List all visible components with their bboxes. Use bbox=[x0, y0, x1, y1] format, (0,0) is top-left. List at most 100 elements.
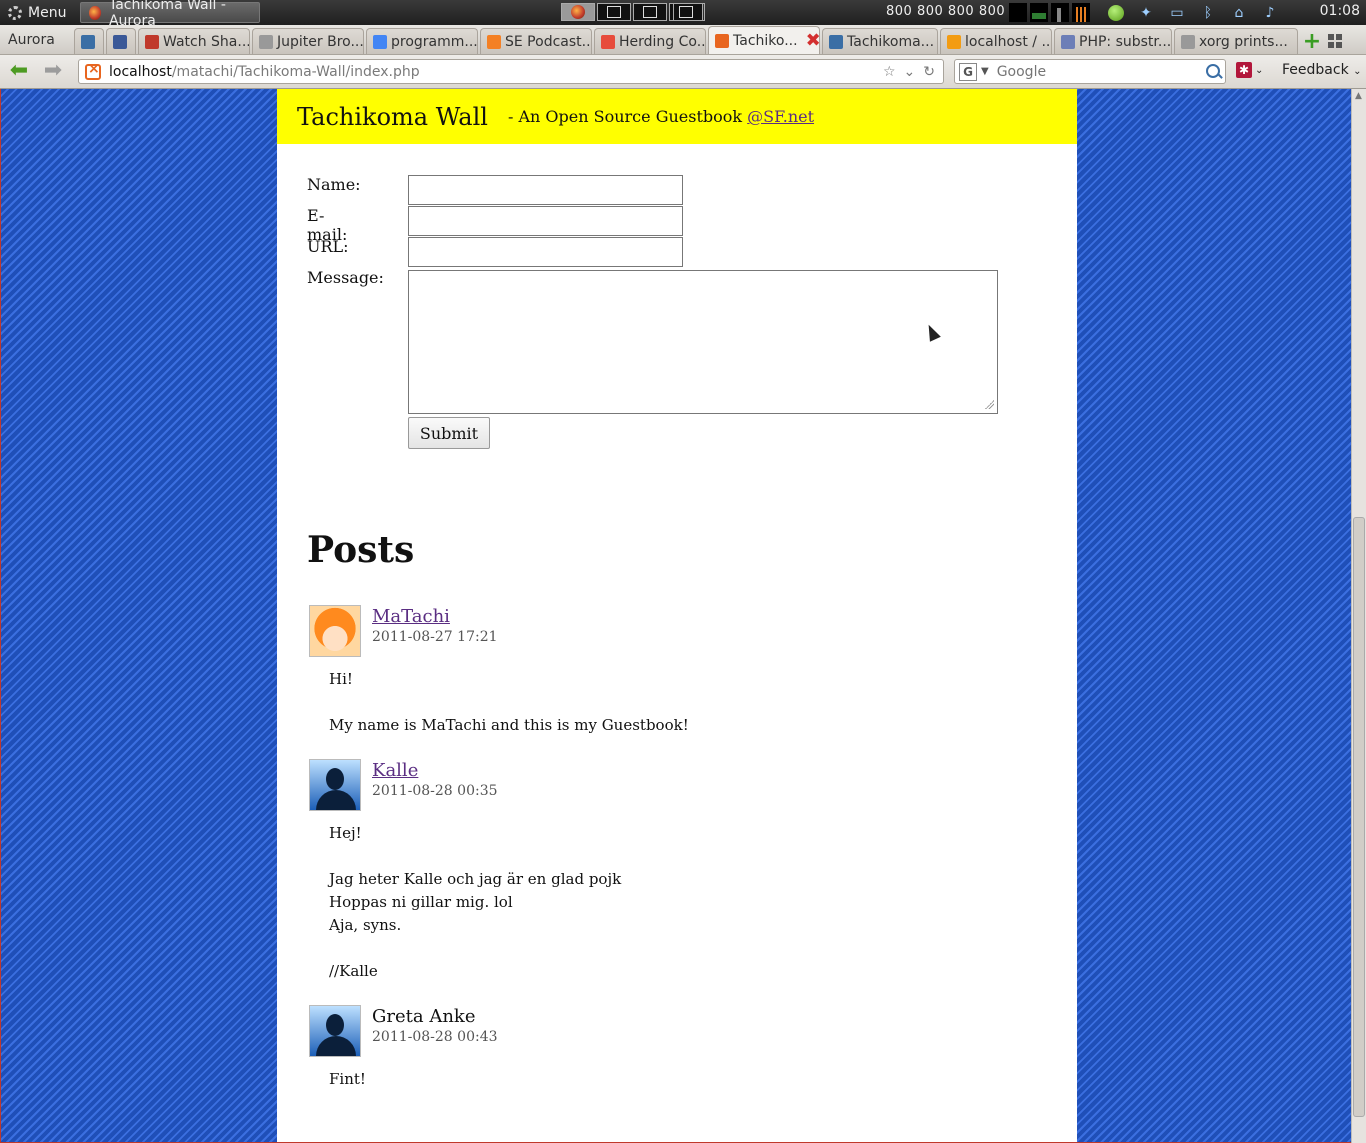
system-monitor bbox=[1009, 3, 1090, 22]
avatar bbox=[309, 605, 361, 657]
browser-tab[interactable]: xorg prints... bbox=[1174, 28, 1298, 54]
workspace-1[interactable] bbox=[561, 3, 595, 21]
site-tagline: - An Open Source Guestbook @SF.net bbox=[508, 107, 814, 126]
rss-icon bbox=[81, 34, 95, 49]
search-input[interactable] bbox=[996, 63, 1203, 80]
navigation-toolbar: ⬅ ➡ localhost/matachi/Tachikoma-Wall/ind… bbox=[0, 55, 1366, 89]
chevron-down-icon[interactable]: ▼ bbox=[981, 66, 989, 77]
browser-tab[interactable]: Jupiter Bro... bbox=[252, 28, 364, 54]
tab-label: Herding Co... bbox=[619, 33, 706, 50]
tab-strip: Aurora Watch Sha... Jupiter Bro... program… bbox=[0, 25, 1366, 55]
display-icon[interactable]: ▭ bbox=[1168, 5, 1186, 21]
back-button[interactable]: ⬅ bbox=[6, 60, 32, 82]
chevron-down-icon: ⌄ bbox=[1255, 64, 1264, 76]
bluetooth-icon[interactable]: ᛒ bbox=[1199, 5, 1217, 21]
browser-tab[interactable] bbox=[106, 28, 136, 54]
window-icon bbox=[607, 6, 621, 18]
resize-grip-icon[interactable] bbox=[984, 399, 994, 409]
show-desktop-button[interactable] bbox=[673, 3, 705, 21]
gear-icon bbox=[8, 5, 22, 20]
google-search-engine-icon[interactable]: G bbox=[959, 62, 977, 81]
stack-icon bbox=[487, 34, 501, 49]
addon-button[interactable]: ✱ ⌄ bbox=[1236, 62, 1263, 78]
browser-tab[interactable]: SE Podcast... bbox=[480, 28, 592, 54]
feedback-label: Feedback bbox=[1282, 62, 1349, 78]
status-online-icon[interactable] bbox=[1108, 4, 1124, 21]
sourceforge-icon bbox=[829, 34, 843, 49]
site-title: Tachikoma Wall bbox=[297, 102, 488, 131]
browser-tab[interactable]: Herding Co... bbox=[594, 28, 706, 54]
menu-button[interactable]: Menu bbox=[0, 0, 76, 25]
grid-icon bbox=[1328, 34, 1342, 48]
taskbar-window-button[interactable]: Tachikoma Wall - Aurora bbox=[80, 0, 261, 29]
post-body: Fint! bbox=[329, 1070, 366, 1088]
bookmark-star-icon[interactable]: ☆ bbox=[883, 64, 896, 80]
feedback-button[interactable]: Feedback ⌄ bbox=[1282, 62, 1362, 78]
tab-label: localhost / ... bbox=[965, 33, 1052, 50]
tab-label: programm... bbox=[391, 33, 478, 50]
workspace-3[interactable] bbox=[633, 3, 667, 21]
scroll-up-icon[interactable]: ▲ bbox=[1355, 91, 1362, 101]
tab-label: Tachiko... bbox=[733, 32, 798, 49]
post-date: 2011-08-28 00:35 bbox=[372, 783, 498, 799]
browser-logo-icon bbox=[571, 5, 585, 19]
memory-graph-icon bbox=[1030, 3, 1048, 22]
browser-tab[interactable]: Tachiko... ✖ bbox=[708, 26, 820, 54]
message-field[interactable] bbox=[408, 270, 998, 414]
tagline-text: - An Open Source Guestbook bbox=[507, 107, 748, 126]
terminal-icon bbox=[643, 6, 657, 18]
forward-button[interactable]: ➡ bbox=[40, 60, 66, 82]
post-date: 2011-08-28 00:43 bbox=[372, 1029, 498, 1045]
history-dropdown-icon[interactable]: ⌄ bbox=[904, 64, 916, 80]
browser-tab[interactable]: PHP: substr... bbox=[1054, 28, 1172, 54]
tab-label: Jupiter Bro... bbox=[277, 33, 364, 50]
post-author-link[interactable]: Kalle bbox=[372, 760, 418, 781]
browser-logo-icon bbox=[89, 5, 101, 20]
url-path: /matachi/Tachikoma-Wall/index.php bbox=[171, 63, 420, 80]
clock[interactable]: 01:08 bbox=[1320, 3, 1360, 19]
post-author-link[interactable]: MaTachi bbox=[372, 606, 450, 627]
page-scrollbar[interactable]: ▲ bbox=[1351, 89, 1366, 1143]
sourceforge-link[interactable]: @SF.net bbox=[747, 107, 814, 126]
new-tab-button[interactable]: + bbox=[1300, 28, 1324, 54]
volume-icon[interactable]: ♪ bbox=[1261, 5, 1279, 21]
browser-tab[interactable]: localhost / ... bbox=[940, 28, 1052, 54]
search-icon[interactable] bbox=[1203, 62, 1223, 82]
posts-heading: Posts bbox=[307, 529, 415, 571]
browser-tab[interactable]: programm... bbox=[366, 28, 478, 54]
name-label: Name: bbox=[307, 175, 361, 194]
browser-tab[interactable] bbox=[74, 28, 104, 54]
url-field[interactable] bbox=[408, 237, 683, 267]
list-all-tabs-button[interactable] bbox=[1324, 28, 1346, 54]
workspace-2[interactable] bbox=[597, 3, 631, 21]
browser-tab[interactable]: Tachikoma... bbox=[822, 28, 938, 54]
site-icon bbox=[85, 61, 101, 80]
url-host: localhost bbox=[109, 63, 172, 80]
facebook-icon bbox=[113, 34, 127, 49]
post-date: 2011-08-27 17:21 bbox=[372, 629, 498, 645]
page-icon bbox=[1181, 34, 1195, 49]
scrollbar-thumb[interactable] bbox=[1353, 517, 1365, 1117]
app-name: Aurora bbox=[8, 32, 55, 48]
tab-label: SE Podcast... bbox=[505, 33, 592, 50]
avatar bbox=[309, 1005, 361, 1057]
flame-icon bbox=[601, 34, 615, 49]
submit-button[interactable]: Submit bbox=[408, 417, 490, 449]
url-bar[interactable]: localhost/matachi/Tachikoma-Wall/index.p… bbox=[78, 59, 944, 84]
name-field[interactable] bbox=[408, 175, 683, 205]
search-bar[interactable]: G ▼ bbox=[954, 59, 1226, 84]
arrow-left-icon: ⬅ bbox=[9, 58, 29, 83]
email-field[interactable] bbox=[408, 206, 683, 236]
chevron-down-icon: ⌄ bbox=[1353, 66, 1362, 77]
close-tab-icon[interactable]: ✖ bbox=[806, 31, 819, 49]
cpu-frequency-readout: 800 800 800 800 bbox=[886, 4, 1006, 19]
tab-label: Watch Sha... bbox=[163, 33, 250, 50]
network-graph-icon bbox=[1051, 3, 1069, 22]
system-panel: Menu Tachikoma Wall - Aurora 800 800 800… bbox=[0, 0, 1366, 29]
browser-tab[interactable]: Watch Sha... bbox=[138, 28, 250, 54]
url-label: URL: bbox=[307, 237, 349, 256]
dropbox-icon[interactable]: ✦ bbox=[1137, 5, 1155, 21]
phpmyadmin-icon bbox=[947, 34, 961, 49]
reload-icon[interactable]: ↻ bbox=[923, 64, 935, 80]
network-icon[interactable]: ⌂ bbox=[1230, 5, 1248, 21]
